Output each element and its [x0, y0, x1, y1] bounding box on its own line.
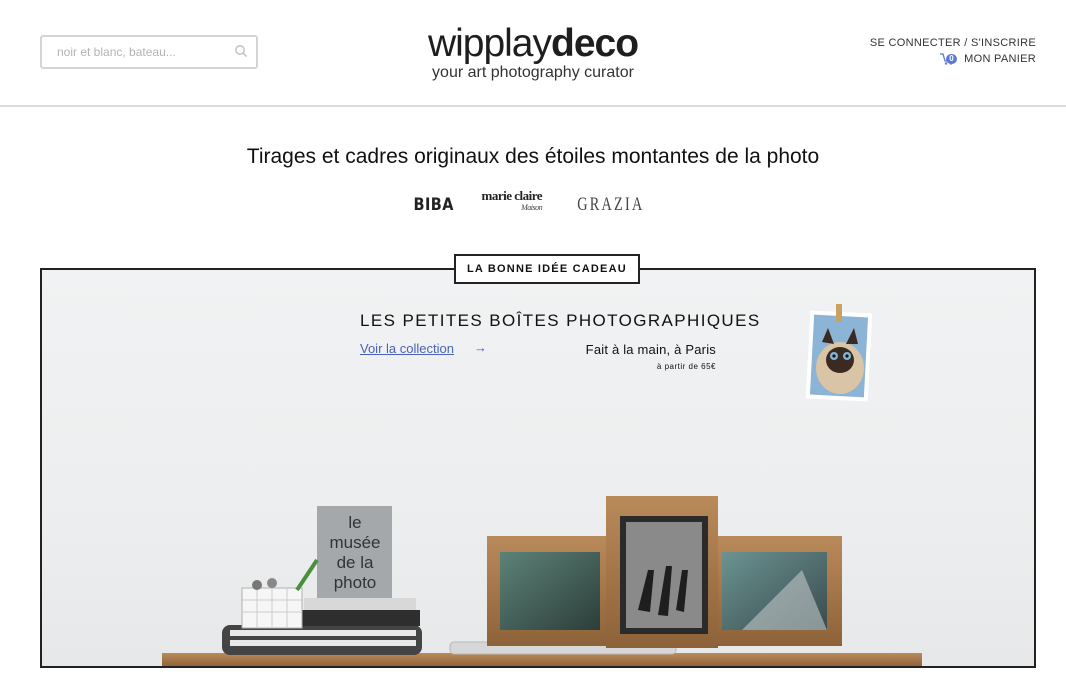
wooden-frame-1 [487, 536, 607, 646]
press-logo-maison-text: Maison [521, 203, 543, 212]
cart-link[interactable]: 0 MON PANIER [940, 51, 1036, 67]
logo-deco: deco [551, 22, 639, 65]
book-line-4: photo [334, 573, 377, 592]
book-le-musee-de-la-photo: le musée de la photo [317, 506, 392, 598]
cat-postcard [805, 304, 873, 402]
wooden-frame-3 [712, 536, 842, 646]
press-logo-grazia: GRAZIA [577, 194, 645, 215]
press-logos: BIBA marie claire Maison GRAZIA [0, 188, 1066, 216]
cart-count-badge: 0 [946, 54, 958, 64]
arrow-right-icon[interactable]: → [474, 340, 487, 355]
press-logo-marie-claire: marie claire Maison [481, 188, 543, 213]
gift-idea-badge: LA BONNE IDÉE CADEAU [454, 254, 640, 284]
price-from-text: à partir de 65€ [656, 362, 716, 371]
logo-wipplay: wipplay [427, 22, 552, 65]
account-area: SE CONNECTER / S'INSCRIRE 0 MON PANIER [870, 35, 1036, 67]
book-line-1: le [348, 513, 361, 532]
see-collection-link[interactable]: Voir la collection [360, 341, 454, 356]
login-link[interactable]: SE CONNECTER / S'INSCRIRE [870, 35, 1036, 51]
banner-title: LES PETITES BOÎTES PHOTOGRAPHIQUES [360, 311, 761, 330]
cart-label: MON PANIER [964, 53, 1036, 65]
cart-icon: 0 [940, 53, 958, 65]
page-tagline: Tirages et cadres originaux des étoiles … [246, 145, 820, 168]
site-header: wipplaydeco your art photography curator… [0, 0, 1066, 107]
press-logo-biba: BIBA [413, 195, 454, 215]
book-line-2: musée [329, 533, 380, 552]
handmade-text: Fait à la main, à Paris [585, 342, 716, 357]
wooden-frame-2 [606, 496, 718, 648]
press-logo-marie-claire-text: marie claire [481, 188, 543, 203]
book-line-3: de la [337, 553, 374, 572]
promo-banner[interactable]: le musée de la photo LES PETITES BOÎTES … [40, 268, 1036, 668]
